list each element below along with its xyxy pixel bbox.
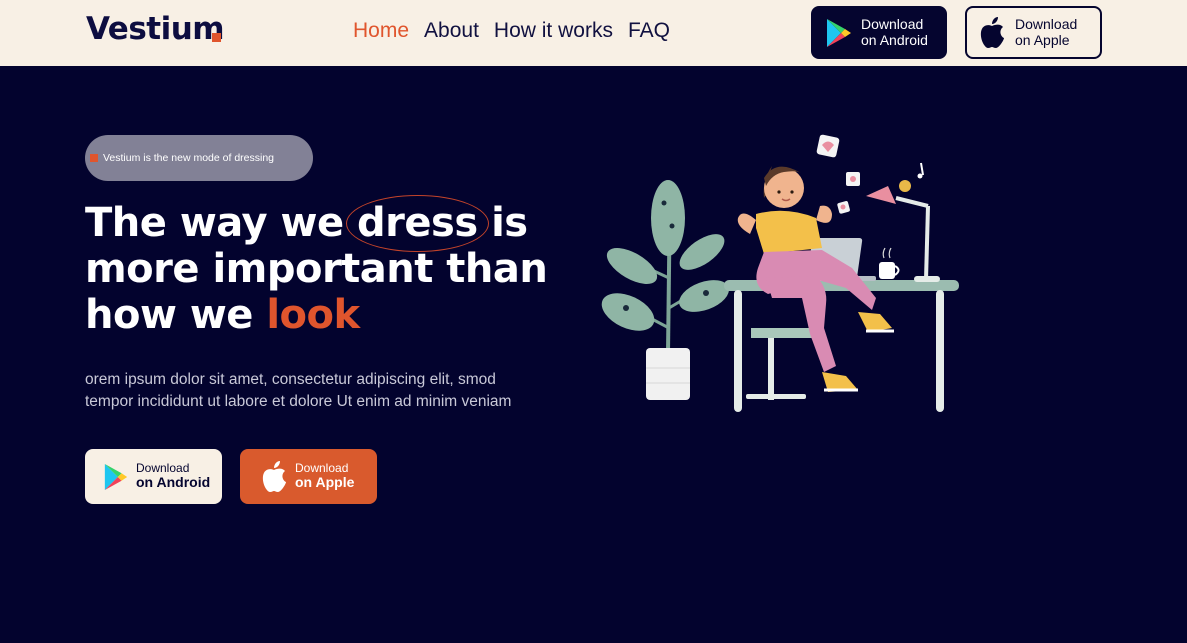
headline-line-3: how we look xyxy=(85,292,605,338)
header-download-apple-button[interactable]: Download on Apple xyxy=(965,6,1102,59)
description-line-2: tempor incididunt ut labore et dolore Ut… xyxy=(85,393,512,410)
floating-hearts-illustration xyxy=(816,134,860,214)
plant-illustration xyxy=(601,180,729,400)
headline-text: The way we xyxy=(85,200,358,246)
nav-faq[interactable]: FAQ xyxy=(628,19,670,43)
hero-apple-line2: on Apple xyxy=(295,474,355,491)
logo[interactable]: Vestium xyxy=(86,11,225,47)
hero-download-apple-button[interactable]: Download on Apple xyxy=(240,449,377,504)
headline-accent-word: look xyxy=(266,292,360,338)
header-download-android-button[interactable]: Download on Android xyxy=(811,6,947,59)
headline-line-2: more important than xyxy=(85,246,548,292)
header-android-line2: on Android xyxy=(861,31,928,48)
hero-headline: The way we dress is more important than … xyxy=(85,195,605,338)
hero-description: orem ipsum dolor sit amet, consectetur a… xyxy=(85,369,605,413)
headline-circled-word: dress xyxy=(346,195,489,252)
headline-text: how we xyxy=(85,292,267,338)
nav-home[interactable]: Home xyxy=(353,19,409,43)
header-apple-line2: on Apple xyxy=(1015,31,1070,48)
hero-download-android-button[interactable]: Download on Android xyxy=(85,449,222,504)
pill-dot xyxy=(90,154,98,162)
headline-line-1: The way we dress is xyxy=(85,195,605,252)
apple-icon xyxy=(262,460,286,492)
google-play-icon xyxy=(827,18,851,47)
hero-android-line2: on Android xyxy=(136,474,211,491)
header-apple-line1: Download xyxy=(1015,16,1078,33)
tagline-pill: Vestium is the new mode of dressing xyxy=(85,135,313,181)
logo-dot xyxy=(212,33,221,42)
main-nav: Home About How it works FAQ xyxy=(353,19,685,43)
desk-illustration xyxy=(724,280,959,412)
pill-text: Vestium is the new mode of dressing xyxy=(103,152,275,164)
header-android-line1: Download xyxy=(861,16,924,33)
apple-icon xyxy=(980,16,1004,48)
nav-how-it-works[interactable]: How it works xyxy=(494,19,613,43)
description-line-1: orem ipsum dolor sit amet, consectetur a… xyxy=(85,371,496,388)
site-header: Vestium Home About How it works FAQ Down… xyxy=(0,0,1187,66)
nav-about[interactable]: About xyxy=(424,19,479,43)
google-play-icon xyxy=(104,463,128,490)
hero-illustration xyxy=(601,134,959,412)
